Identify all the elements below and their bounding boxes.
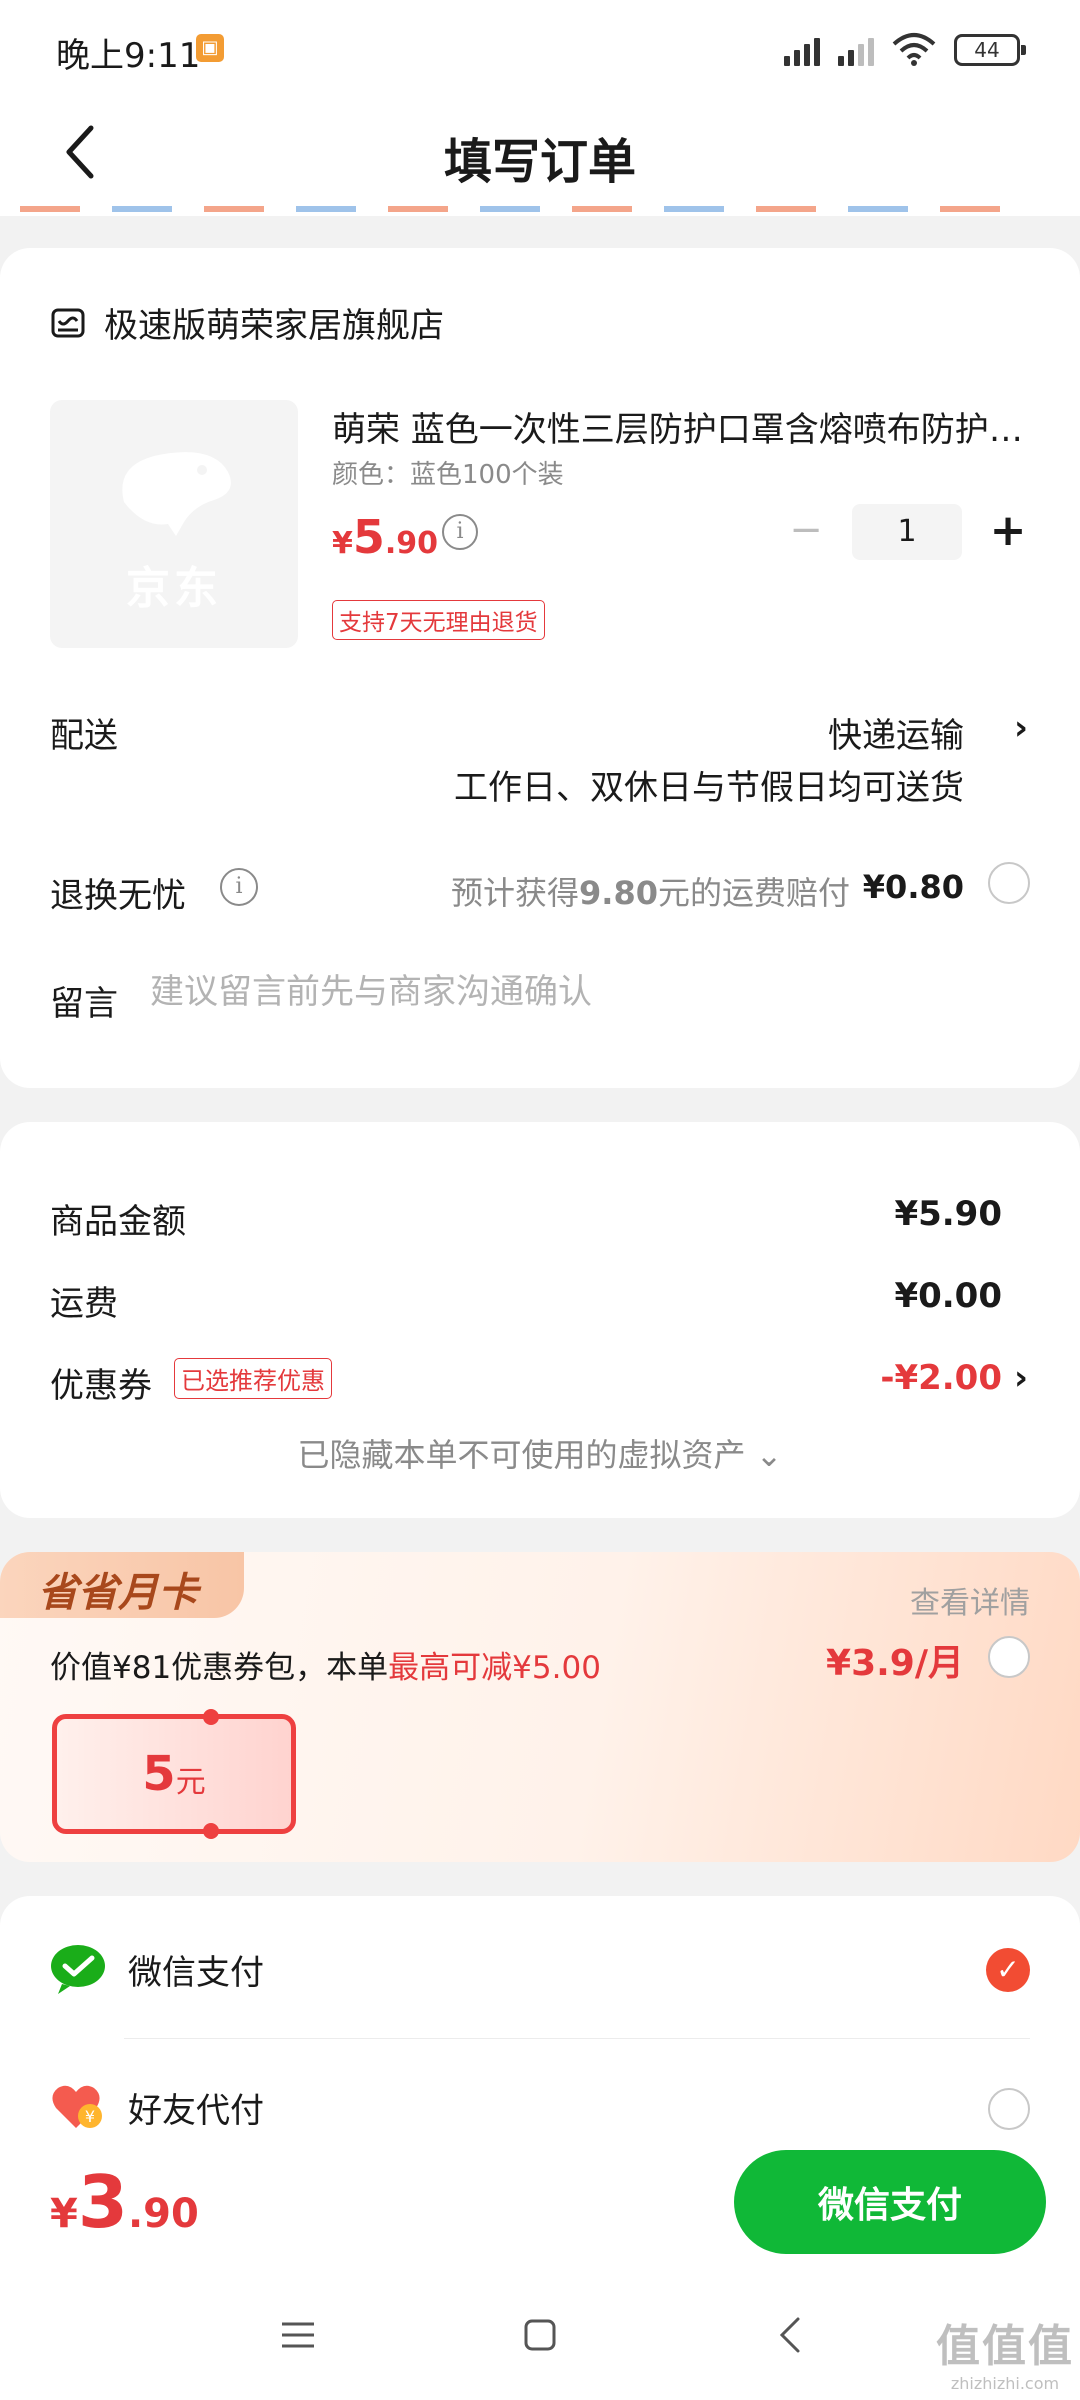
friend-pay-radio[interactable] (988, 2088, 1030, 2130)
page-title: 填写订单 (443, 134, 636, 190)
refund-description: 预计获得9.80元的运费赔付 (451, 868, 850, 914)
delivery-label: 配送 (50, 716, 118, 756)
note-input[interactable] (150, 972, 1010, 1012)
goods-amount-label: 商品金额 (50, 1202, 186, 1242)
monthly-card-price: ¥3.9/月 (826, 1643, 964, 1684)
menu-icon (282, 2322, 314, 2348)
status-time: 晚上9:11 (56, 36, 201, 76)
order-card: 极速版萌荣家居旗舰店 京东 萌荣 蓝色一次性三层防护口罩含熔喷布防护口罩 颜色：… (0, 248, 1080, 1088)
payment-divider (124, 2038, 1030, 2039)
voucher-notch-top (203, 1709, 219, 1725)
watermark-url: zhizhizhi.com (950, 2374, 1060, 2393)
price-symbol: ¥ (332, 526, 353, 561)
refund-desc-amount: 9.80 (579, 874, 658, 912)
product-image[interactable]: 京东 (50, 400, 298, 648)
delivery-chevron-icon[interactable]: › (1014, 708, 1028, 748)
monthly-card-details-link[interactable]: 查看详情 (910, 1578, 1030, 1622)
voucher-notch-bottom (203, 1823, 219, 1839)
monthly-card-title: 省省月卡 (38, 1570, 198, 1616)
payment-option-wechat[interactable]: 微信支付 (50, 1944, 264, 1994)
status-bar: 晚上9:11 ▣ 44 (0, 0, 1080, 96)
voucher-unit: 元 (175, 1765, 206, 1800)
friend-pay-heart-icon: ¥ (52, 2085, 102, 2128)
refund-desc-prefix: 预计获得 (451, 874, 580, 912)
home-nav-button[interactable] (510, 2310, 570, 2360)
store-name: 极速版萌荣家居旗舰店 (104, 306, 444, 346)
product-image-label: 京东 (126, 563, 222, 614)
hidden-assets-toggle[interactable]: 已隐藏本单不可使用的虚拟资产 ⌄ (0, 1430, 1080, 1476)
product-name[interactable]: 萌荣 蓝色一次性三层防护口罩含熔喷布防护口罩 (332, 402, 1032, 451)
site-watermark: 值值值 zhizhizhi.com (936, 2310, 1074, 2393)
note-label: 留言 (50, 984, 118, 1024)
increase-quantity-button[interactable]: + (988, 509, 1028, 553)
total-integer: 3 (77, 2160, 128, 2244)
decrease-quantity-button[interactable]: − (786, 510, 826, 552)
monthly-card-voucher: 5元 (52, 1709, 296, 1839)
refund-info-icon[interactable]: i (220, 868, 258, 906)
home-square-icon (524, 2319, 556, 2351)
voucher-amount: 5 (142, 1746, 176, 1802)
watermark-logo: 值值值 (936, 2321, 1074, 2372)
shipping-label: 运费 (50, 1284, 118, 1324)
notification-app-icon: ▣ (196, 34, 224, 62)
monthly-card-description: 价值¥81优惠券包，本单最高可减¥5.00 (50, 1642, 601, 1687)
store-row[interactable]: 极速版萌荣家居旗舰店 (50, 298, 444, 347)
price-summary-card: 商品金额 ¥5.90 运费 ¥0.00 优惠券 已选推荐优惠 -¥2.00 › … (0, 1122, 1080, 1518)
system-nav-bar (0, 2270, 1080, 2400)
payment-methods-card: 微信支付 ✓ ¥ 好友代付 (0, 1896, 1080, 2156)
back-triangle-icon (779, 2317, 800, 2353)
jd-dog-logo-icon (122, 452, 231, 536)
address-envelope-border (0, 206, 1080, 216)
monthly-card-desc-prefix: 价值¥81优惠券包，本单 (50, 1650, 389, 1686)
total-symbol: ¥ (50, 2191, 78, 2237)
checkout-bar: ¥3.90 微信支付 (0, 2140, 1080, 2270)
wechat-pay-icon (51, 1945, 105, 1994)
svg-text:¥: ¥ (85, 2107, 95, 2126)
refund-price: ¥0.80 (862, 868, 964, 906)
friend-pay-label: 好友代付 (128, 2090, 264, 2131)
monthly-card-desc-highlight: 最高可减¥5.00 (388, 1650, 601, 1686)
coupon-tag: 已选推荐优惠 (174, 1358, 332, 1399)
header: 填写订单 (0, 96, 1080, 212)
battery-icon: 44 (954, 34, 1026, 66)
wechat-pay-button[interactable]: 微信支付 (734, 2150, 1046, 2254)
price-integer: 5 (352, 510, 385, 564)
refund-desc-suffix: 元的运费赔付 (657, 874, 850, 912)
total-price: ¥3.90 (50, 2160, 199, 2244)
wifi-icon (892, 33, 936, 66)
quantity-field[interactable]: 1 (852, 504, 962, 560)
return-policy-badge: 支持7天无理由退货 (332, 600, 545, 640)
signal-2-icon (838, 34, 874, 66)
wechat-pay-selected-check-icon[interactable]: ✓ (986, 1948, 1030, 1992)
signal-icon (784, 34, 820, 66)
shipping-value: ¥0.00 (894, 1276, 1002, 1316)
refund-radio[interactable] (988, 862, 1030, 904)
coupon-label: 优惠券 (50, 1366, 152, 1406)
status-indicators: 44 (784, 30, 1026, 66)
payment-option-friend[interactable]: ¥ 好友代付 (50, 2082, 264, 2132)
product-price: ¥5.90 (332, 510, 438, 564)
coupon-chevron-icon[interactable]: › (1014, 1358, 1028, 1398)
total-decimal: .90 (127, 2191, 199, 2237)
wechat-pay-label: 微信支付 (128, 1952, 264, 1993)
back-nav-button[interactable] (760, 2310, 820, 2360)
monthly-card-banner: 省省月卡 (0, 1552, 244, 1618)
quantity-stepper: − 1 + (786, 504, 1028, 560)
price-decimal: .90 (384, 526, 439, 561)
delivery-method[interactable]: 快递运输 (828, 708, 964, 757)
price-info-icon[interactable]: i (442, 514, 478, 550)
refund-label: 退换无忧 (50, 876, 186, 916)
delivery-note: 工作日、双休日与节假日均可送货 (454, 768, 964, 808)
product-spec: 颜色：蓝色100个装 (332, 460, 564, 490)
goods-amount-value: ¥5.90 (894, 1194, 1002, 1234)
menu-nav-button[interactable] (268, 2310, 328, 2360)
coupon-value[interactable]: -¥2.00 (880, 1358, 1002, 1398)
store-icon (51, 308, 85, 337)
monthly-card-promo: 省省月卡 查看详情 价值¥81优惠券包，本单最高可减¥5.00 ¥3.9/月 5… (0, 1552, 1080, 1862)
monthly-card-radio[interactable] (988, 1636, 1030, 1678)
